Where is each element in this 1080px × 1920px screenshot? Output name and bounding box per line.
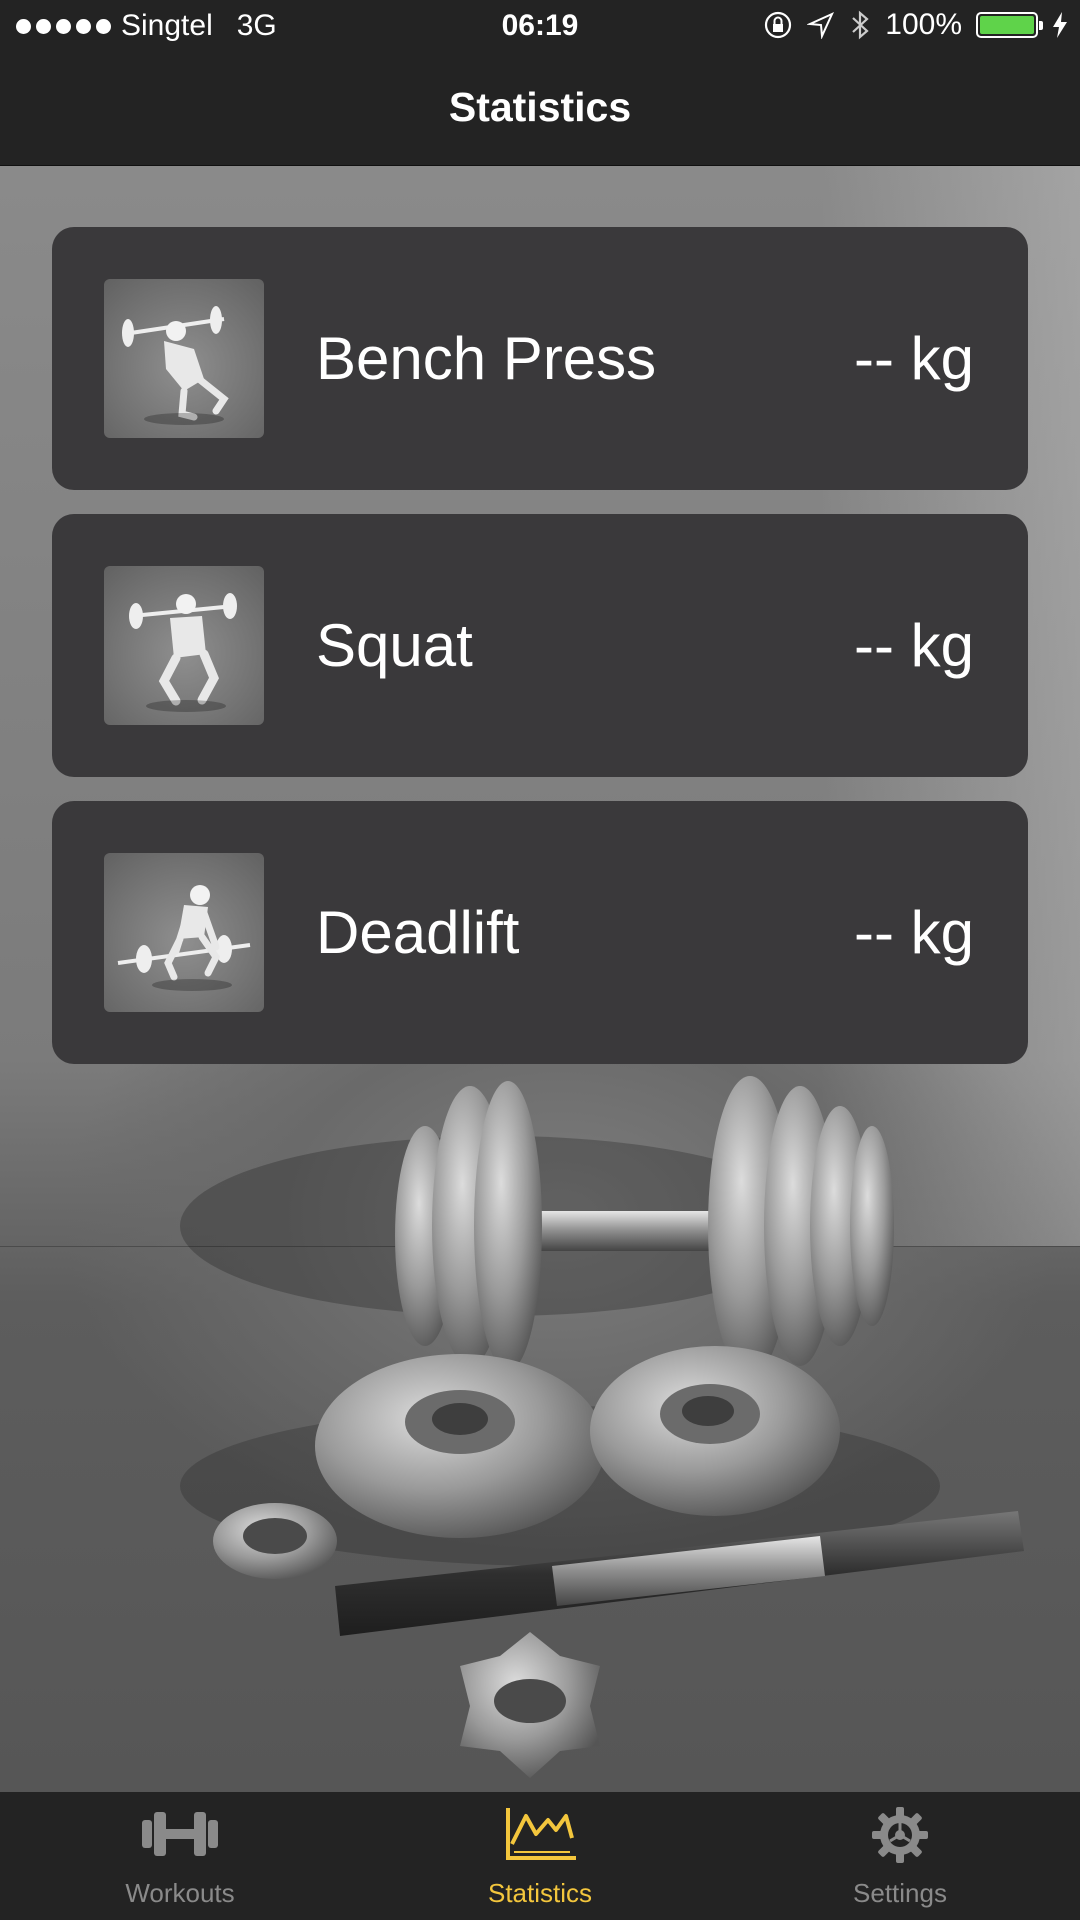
dumbbell-icon [142, 1812, 218, 1856]
exercise-card-deadlift[interactable]: Deadlift -- kg [52, 801, 1028, 1064]
exercise-weight-value: -- kg [854, 325, 974, 392]
exercise-weight-value: -- kg [854, 612, 974, 679]
exercise-card-bench-press[interactable]: Bench Press -- kg [52, 227, 1028, 490]
tab-label: Settings [853, 1878, 947, 1908]
battery-percentage: 100% [885, 8, 962, 41]
tab-label: Statistics [487, 1878, 593, 1908]
navigation-bar: Statistics [0, 54, 1080, 166]
exercise-card-squat[interactable]: Squat -- kg [52, 514, 1028, 777]
exercise-name: Deadlift [316, 899, 520, 966]
tab-label: Workouts [125, 1878, 235, 1908]
exercise-weight-value: -- kg [854, 899, 974, 966]
exercise-name: Bench Press [316, 325, 657, 392]
orientation-lock-icon [765, 11, 792, 39]
deadlift-figure-icon [104, 853, 264, 1012]
exercise-name: Squat [316, 612, 473, 679]
tab-workouts[interactable]: Workouts [0, 1792, 360, 1920]
bluetooth-icon [852, 10, 869, 40]
gear-icon [872, 1807, 928, 1863]
battery-icon [976, 12, 1043, 38]
tab-statistics[interactable]: Statistics [360, 1792, 720, 1920]
charging-bolt-icon [1053, 12, 1067, 38]
status-bar: Singtel 3G 06:19 100% [0, 0, 1080, 54]
tab-bar: Workouts Statistics Settings [0, 1792, 1080, 1920]
tab-settings[interactable]: Settings [720, 1792, 1080, 1920]
location-icon [807, 11, 835, 39]
bench-press-figure-icon [104, 279, 264, 438]
squat-figure-icon [104, 566, 264, 725]
page-title: Statistics [448, 84, 632, 130]
chart-icon [506, 1808, 576, 1860]
